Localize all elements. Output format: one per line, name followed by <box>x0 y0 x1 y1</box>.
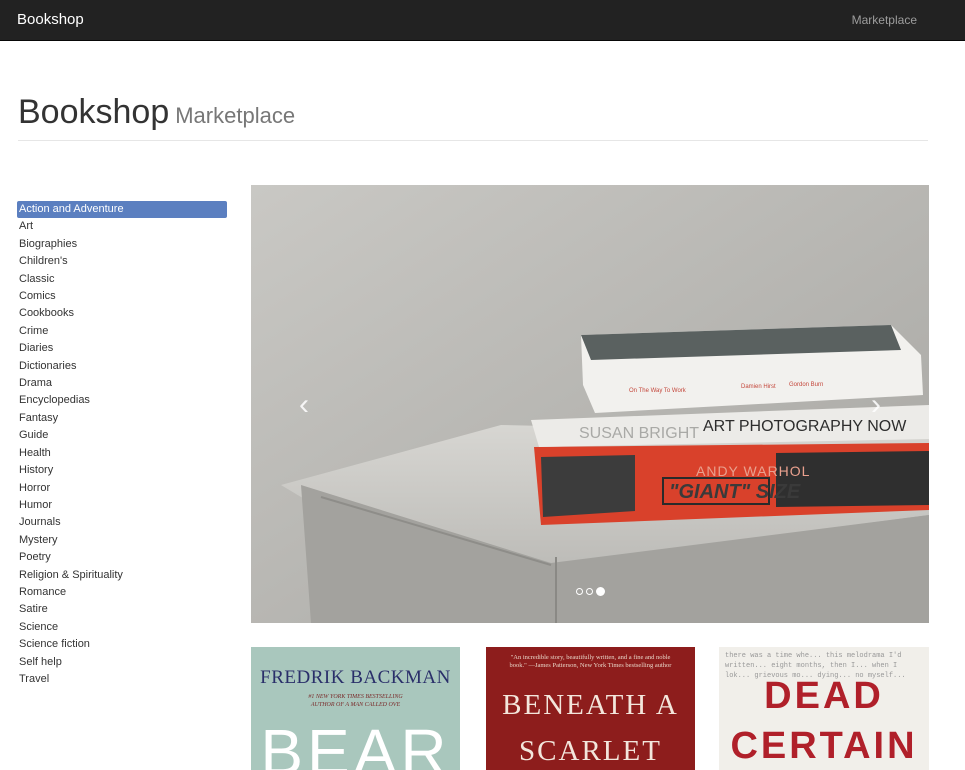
category-item-science[interactable]: Science <box>17 619 227 636</box>
carousel-indicators <box>576 586 605 596</box>
category-item-science-fiction[interactable]: Science fiction <box>17 636 227 653</box>
category-item-history[interactable]: History <box>17 462 227 479</box>
category-item-horror[interactable]: Horror <box>17 480 227 497</box>
navbar-brand-link[interactable]: Bookshop <box>17 11 84 28</box>
page-title: Bookshop Marketplace <box>18 92 928 136</box>
page-header: Bookshop Marketplace <box>18 92 928 141</box>
book-cover-dead-certain[interactable]: there was a time whe... this melodrama I… <box>719 647 929 770</box>
category-item-diaries[interactable]: Diaries <box>17 340 227 357</box>
category-item-drama[interactable]: Drama <box>17 375 227 392</box>
book-middle-author: SUSAN BRIGHT <box>579 425 699 442</box>
category-item-guide[interactable]: Guide <box>17 427 227 444</box>
cover-author: FREDRIK BACKMAN <box>260 667 451 688</box>
chevron-left-icon: ‹ <box>299 388 309 421</box>
category-item-cookbooks[interactable]: Cookbooks <box>17 305 227 322</box>
carousel-indicator-dot[interactable] <box>586 587 593 595</box>
book-top-text-3: Gordon Burn <box>789 382 823 388</box>
category-item-humor[interactable]: Humor <box>17 497 227 514</box>
carousel-indicator-dot[interactable] <box>576 587 583 595</box>
cover-title: BEAR <box>260 716 451 770</box>
carousel-next-button[interactable]: › <box>861 385 891 425</box>
category-item-religion-spirituality[interactable]: Religion & Spirituality <box>17 567 227 584</box>
book-top-text-2: Damien Hirst <box>741 384 776 390</box>
featured-carousel: ANDY WARHOL "GIANT" SIZE SUSAN BRIGHT AR… <box>251 185 929 623</box>
cover-title-line-2: CERTAIN <box>730 725 918 767</box>
navbar-marketplace-link[interactable]: Marketplace <box>852 13 917 27</box>
cover-quote: "An incredible story, beautifully writte… <box>509 654 672 669</box>
category-sidebar: Action and Adventure Art Biographies Childr… <box>17 201 227 688</box>
category-item-classic[interactable]: Classic <box>17 271 227 288</box>
page-subtitle: Marketplace <box>175 103 296 128</box>
cover-title-line-1: BENEATH A <box>502 689 679 721</box>
category-item-encyclopedias[interactable]: Encyclopedias <box>17 392 227 409</box>
category-item-fantasy[interactable]: Fantasy <box>17 410 227 427</box>
category-item-health[interactable]: Health <box>17 445 227 462</box>
category-item-dictionaries[interactable]: Dictionaries <box>17 358 227 375</box>
category-item-travel[interactable]: Travel <box>17 671 227 688</box>
category-item-self-help[interactable]: Self help <box>17 654 227 671</box>
book-top-text-1: On The Way To Work <box>629 388 687 394</box>
category-item-mystery[interactable]: Mystery <box>17 532 227 549</box>
category-item-children-s[interactable]: Children's <box>17 253 227 270</box>
chevron-right-icon: › <box>871 388 881 421</box>
book-bottom-author: ANDY WARHOL <box>696 463 810 479</box>
category-item-poetry[interactable]: Poetry <box>17 549 227 566</box>
cover-tagline: #1 NEW YORK TIMES BESTSELLING AUTHOR OF … <box>308 694 403 708</box>
carousel-slide-image: ANDY WARHOL "GIANT" SIZE SUSAN BRIGHT AR… <box>251 185 929 623</box>
category-item-satire[interactable]: Satire <box>17 601 227 618</box>
cover-title-line-1: DEAD <box>764 675 884 717</box>
cover-title-line-2: SCARLET <box>519 735 662 767</box>
book-bottom-title: "GIANT" SIZE <box>669 481 801 503</box>
category-item-biographies[interactable]: Biographies <box>17 236 227 253</box>
top-navbar: Bookshop Marketplace <box>0 0 965 41</box>
category-item-crime[interactable]: Crime <box>17 323 227 340</box>
book-cover-beneath-a-scarlet[interactable]: "An incredible story, beautifully writte… <box>486 647 695 770</box>
carousel-prev-button[interactable]: ‹ <box>289 385 319 425</box>
page-title-text: Bookshop <box>18 93 170 131</box>
category-item-art[interactable]: Art <box>17 218 227 235</box>
category-item-journals[interactable]: Journals <box>17 514 227 531</box>
book-cover-bear[interactable]: FREDRIK BACKMAN #1 NEW YORK TIMES BESTSE… <box>251 647 460 770</box>
category-item-comics[interactable]: Comics <box>17 288 227 305</box>
category-item-romance[interactable]: Romance <box>17 584 227 601</box>
category-item-action-and-adventure[interactable]: Action and Adventure <box>17 201 227 219</box>
carousel-indicator-dot[interactable] <box>596 586 605 596</box>
